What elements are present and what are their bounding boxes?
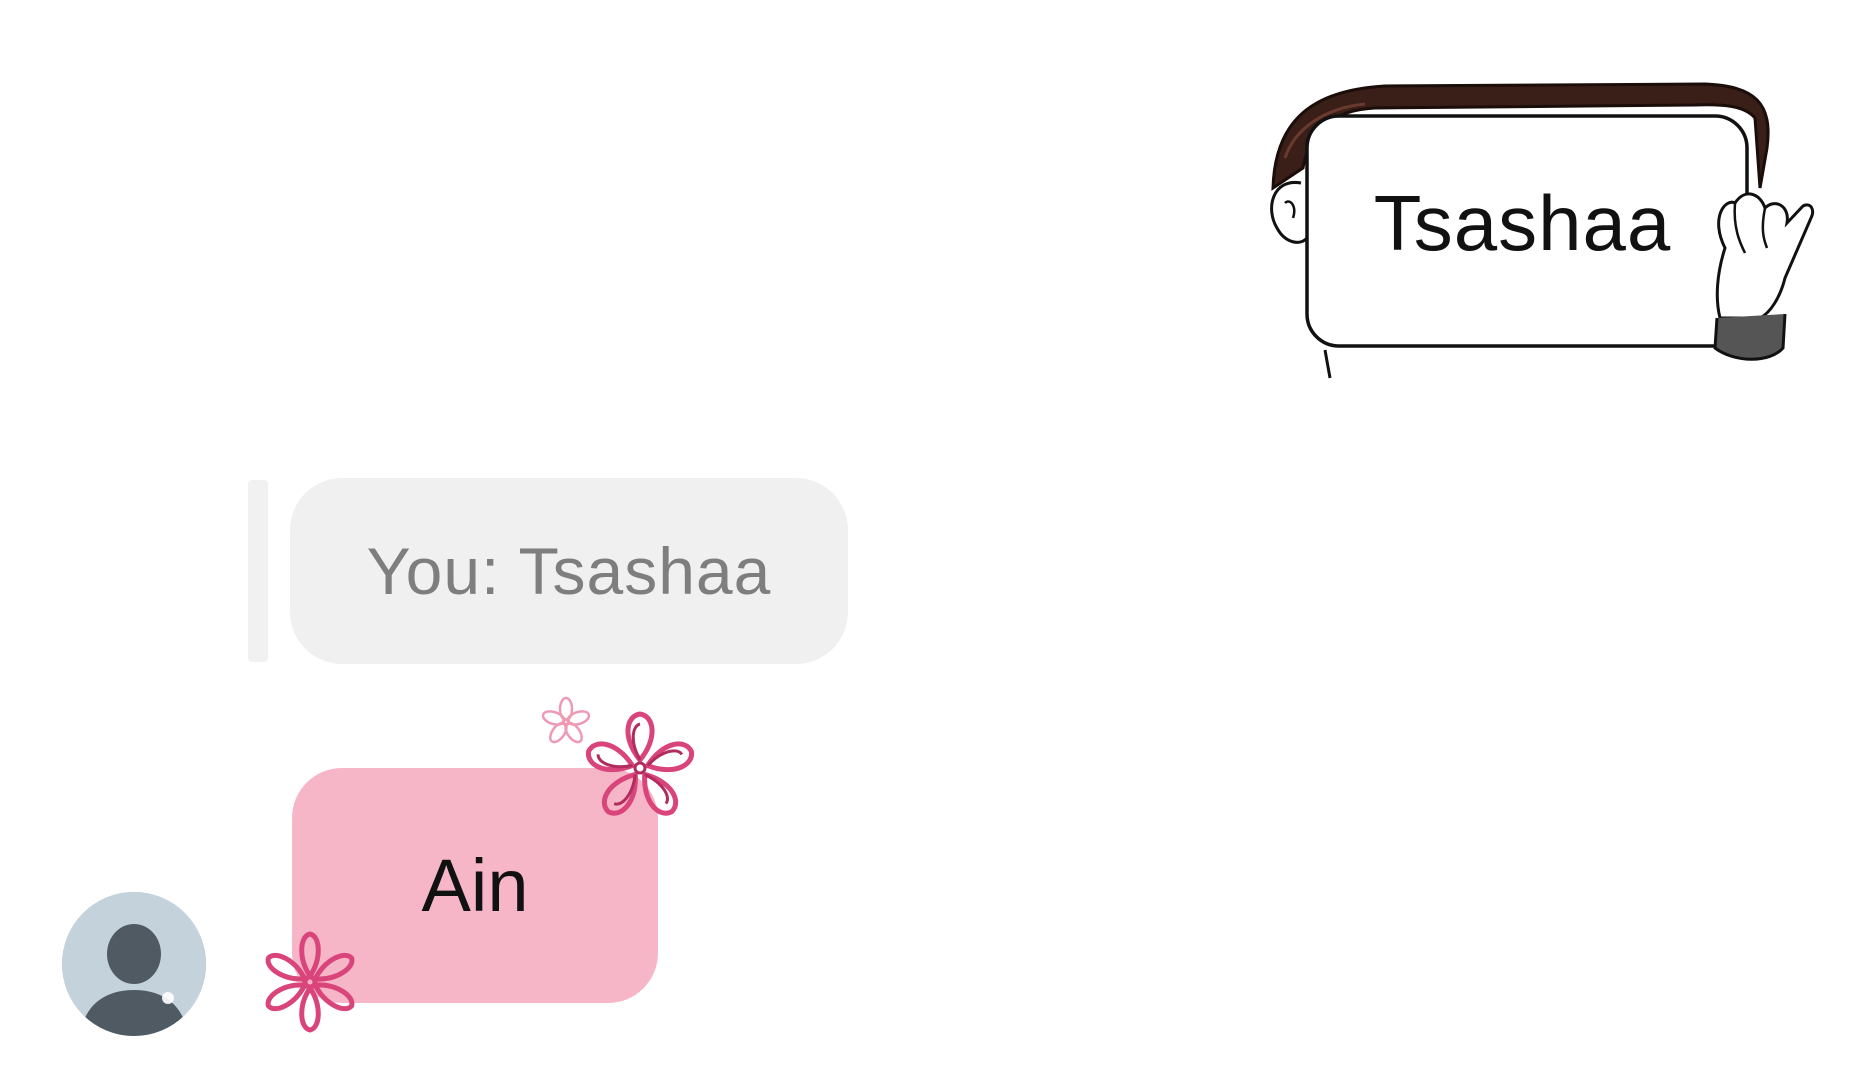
large-flower-icon [586,711,694,816]
incoming-message-text: Ain [421,844,529,927]
reply-quote-bubble[interactable]: You: Tsashaa [290,478,848,664]
sticker-message[interactable]: Tsashaa [1255,78,1815,379]
reply-indicator-bar [248,480,268,662]
avatar[interactable] [62,892,206,1036]
sticker-label: Tsashaa [1373,179,1672,267]
reply-quote-text: You: Tsashaa [366,534,772,608]
default-user-icon [62,892,206,1036]
medium-flower-icon [265,931,355,1033]
chat-canvas: Tsashaa You: Tsashaa Ain [0,0,1860,1080]
